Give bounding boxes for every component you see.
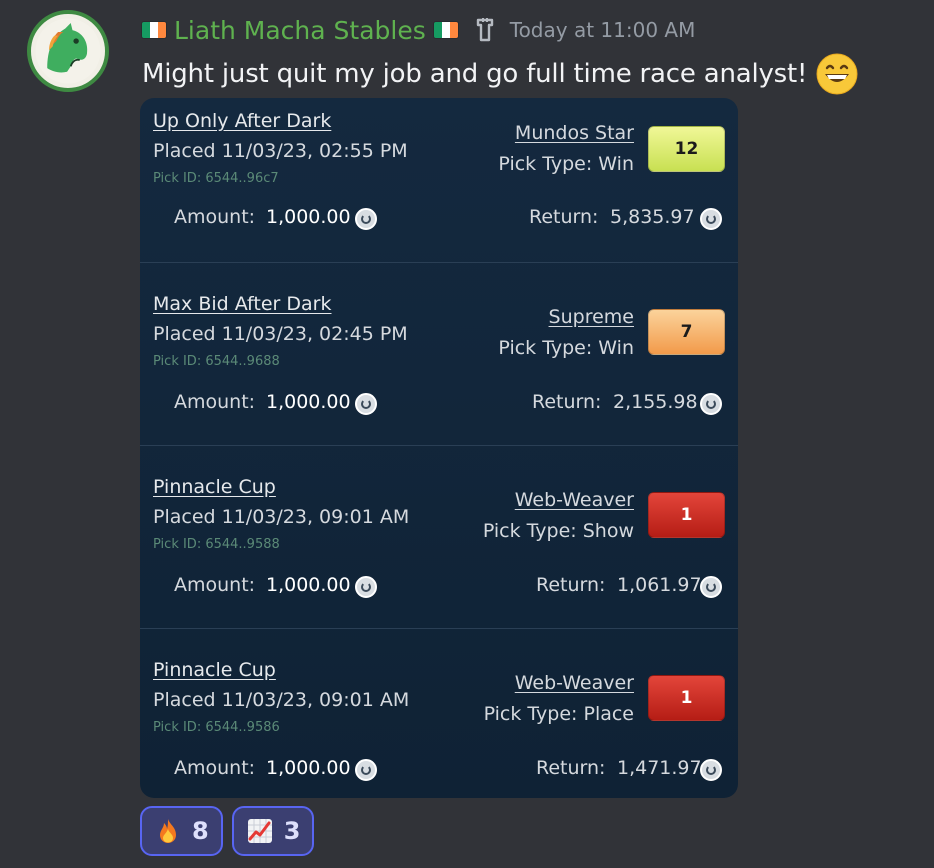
fire-emoji-icon — [160, 819, 176, 843]
horse-number-badge: 1 — [648, 492, 725, 538]
placed-time: Placed 11/03/23, 09:01 AM — [153, 506, 410, 528]
horse-name-link[interactable]: Web-Weaver — [515, 489, 634, 511]
amount-label: Amount: — [174, 206, 256, 228]
amount-value: 1,000.00 — [266, 757, 351, 779]
timestamp[interactable]: Today at 11:00 AM — [510, 18, 696, 42]
pick-id: Pick ID: 6544..96c7 — [153, 171, 279, 186]
pick-row: Pinnacle Cup Placed 11/03/23, 09:01 AM P… — [140, 628, 738, 798]
race-name-link[interactable]: Pinnacle Cup — [153, 659, 276, 681]
amount-label: Amount: — [174, 574, 256, 596]
message-header: Liath Macha Stables Today at 11:00 AM — [142, 12, 695, 48]
amount-value: 1,000.00 — [266, 391, 351, 413]
return-value: 5,835.97 — [610, 206, 695, 228]
horse-name-link[interactable]: Supreme — [549, 306, 634, 328]
race-name-link[interactable]: Max Bid After Dark — [153, 293, 332, 315]
coin-icon — [355, 208, 377, 230]
placed-time: Placed 11/03/23, 09:01 AM — [153, 689, 410, 711]
return-label: Return: — [536, 757, 606, 779]
reaction-count: 3 — [283, 817, 301, 845]
horse-name-link[interactable]: Web-Weaver — [515, 672, 634, 694]
reactions-bar: 8 3 — [140, 806, 315, 856]
amount-label: Amount: — [174, 757, 256, 779]
pick-id: Pick ID: 6544..9588 — [153, 537, 280, 552]
ireland-flag-icon — [142, 22, 166, 38]
grinning-face-emoji-icon[interactable] — [815, 52, 859, 96]
horse-number-badge: 1 — [648, 675, 725, 721]
server-tag-icon[interactable] — [472, 16, 498, 44]
race-name-link[interactable]: Pinnacle Cup — [153, 476, 276, 498]
coin-icon — [355, 759, 377, 781]
return-label: Return: — [529, 206, 599, 228]
amount-value: 1,000.00 — [266, 574, 351, 596]
pick-type: Pick Type: Place — [483, 703, 634, 725]
coin-icon — [355, 576, 377, 598]
return-value: 1,061.97 — [617, 574, 702, 596]
return-label: Return: — [532, 391, 602, 413]
coin-icon — [700, 759, 722, 781]
pick-row: Max Bid After Dark Placed 11/03/23, 02:4… — [140, 262, 738, 445]
horse-name-link[interactable]: Mundos Star — [515, 122, 634, 144]
race-name-link[interactable]: Up Only After Dark — [153, 110, 331, 132]
coin-icon — [355, 393, 377, 415]
pick-row: Pinnacle Cup Placed 11/03/23, 09:01 AM P… — [140, 445, 738, 628]
horse-logo-icon — [35, 18, 101, 84]
message-text: Might just quit my job and go full time … — [142, 59, 808, 89]
pick-type: Pick Type: Show — [482, 520, 634, 542]
ireland-flag-icon — [433, 22, 458, 38]
bet-slip-image[interactable]: Up Only After Dark Placed 11/03/23, 02:5… — [140, 98, 738, 798]
return-label: Return: — [536, 574, 606, 596]
username[interactable]: Liath Macha Stables — [174, 16, 426, 45]
horse-number-badge: 7 — [648, 309, 725, 355]
coin-icon — [700, 393, 722, 415]
return-value: 2,155.98 — [613, 391, 698, 413]
reaction-count: 8 — [192, 817, 209, 845]
placed-time: Placed 11/03/23, 02:45 PM — [153, 323, 408, 345]
pick-type: Pick Type: Win — [498, 337, 634, 359]
user-avatar[interactable] — [27, 10, 109, 92]
placed-time: Placed 11/03/23, 02:55 PM — [153, 140, 408, 162]
message-content: Might just quit my job and go full time … — [142, 52, 859, 96]
pick-id: Pick ID: 6544..9586 — [153, 720, 280, 735]
reaction-chart[interactable]: 3 — [231, 806, 315, 856]
amount-value: 1,000.00 — [266, 206, 351, 228]
return-value: 1,471.97 — [617, 757, 702, 779]
coin-icon — [700, 576, 722, 598]
chart-increasing-emoji-icon — [247, 819, 272, 843]
pick-row: Up Only After Dark Placed 11/03/23, 02:5… — [140, 98, 738, 281]
coin-icon — [700, 208, 722, 230]
horse-number-badge: 12 — [648, 126, 725, 172]
pick-id: Pick ID: 6544..9688 — [153, 354, 280, 369]
reaction-fire[interactable]: 8 — [140, 806, 223, 856]
pick-type: Pick Type: Win — [498, 153, 634, 175]
amount-label: Amount: — [174, 391, 256, 413]
